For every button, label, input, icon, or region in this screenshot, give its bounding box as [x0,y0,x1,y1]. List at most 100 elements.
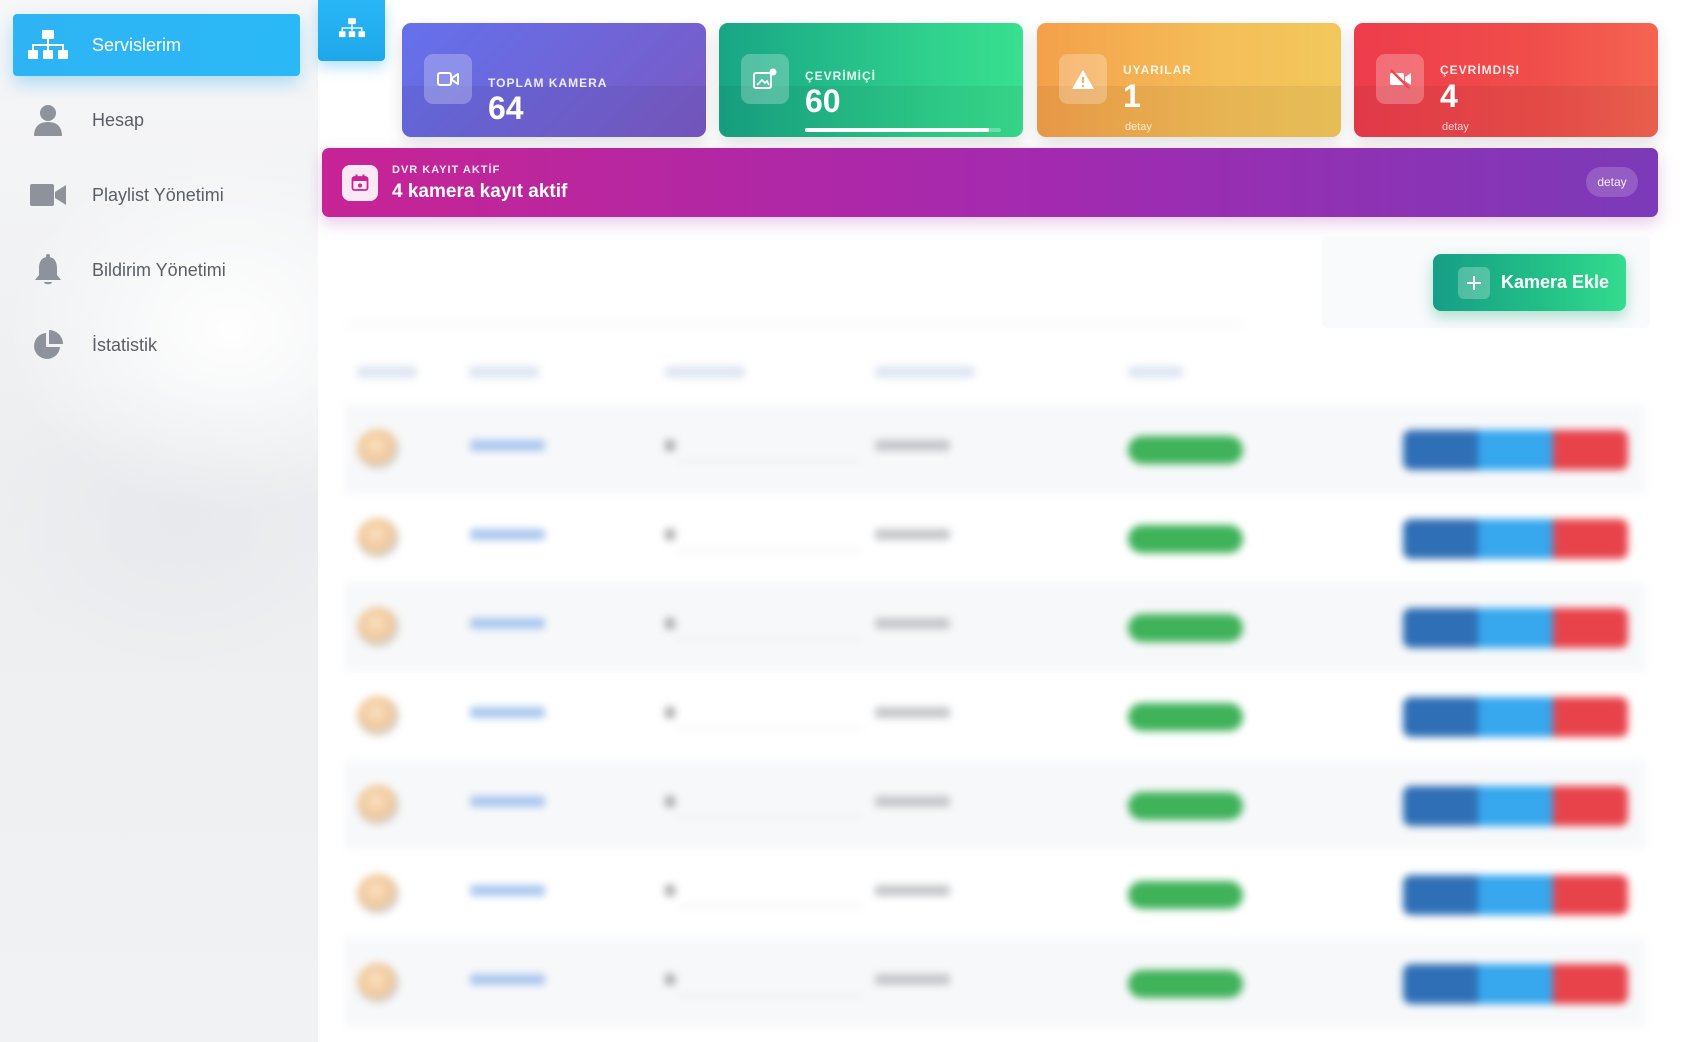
dvr-title: DVR KAYIT AKTİF [392,164,501,176]
view-button[interactable] [1478,519,1553,559]
camera-count [665,974,675,985]
online-progress-bar [805,128,1001,132]
row-underline [677,550,862,551]
stat-detail-link[interactable]: detay [1125,121,1152,133]
view-button[interactable] [1478,430,1553,470]
camera-thumbnail [357,518,399,558]
stat-card-total-cameras[interactable]: TOPLAM KAMERA 64 [402,23,706,137]
edit-button[interactable] [1403,875,1478,915]
view-button[interactable] [1478,697,1553,737]
stat-title: UYARILAR [1123,63,1192,77]
add-camera-button[interactable]: Kamera Ekle [1433,254,1626,311]
delete-button[interactable] [1553,697,1628,737]
row-actions [1403,608,1628,648]
row-underline [677,728,862,729]
online-progress-fill [805,128,990,132]
table-header-cell [469,366,539,378]
view-button[interactable] [1478,786,1553,826]
stat-value: 64 [488,90,524,126]
table-row[interactable] [345,582,1645,671]
stat-detail-link[interactable]: detay [1442,121,1469,133]
view-button[interactable] [1478,964,1553,1004]
sidebar: Servislerim Hesap Playlist Yönetimi Bild… [0,0,318,1042]
camera-thumbnail [357,785,399,825]
camera-name[interactable] [470,529,545,540]
camera-meta [875,529,950,540]
sidebar-item-label: Hesap [92,109,145,130]
table-row[interactable] [345,760,1645,849]
pie-chart-icon [26,329,70,361]
camera-name[interactable] [470,885,545,896]
status-badge [1128,881,1243,909]
camera-thumbnail [357,963,399,1003]
stat-card-online[interactable]: ÇEVRİMİÇİ 60 [719,23,1023,137]
row-actions [1403,786,1628,826]
stat-card-warnings[interactable]: UYARILAR 1 detay [1037,23,1341,137]
sidebar-item-label: İstatistik [92,334,158,355]
status-badge [1128,703,1243,731]
camera-meta [875,618,950,629]
camera-meta [875,707,950,718]
camera-name[interactable] [470,707,545,718]
table-row[interactable] [345,493,1645,582]
camera-thumbnail [357,874,399,914]
table-divider [345,324,1245,325]
delete-button[interactable] [1553,519,1628,559]
calendar-icon [342,165,378,201]
status-badge [1128,525,1243,553]
delete-button[interactable] [1553,786,1628,826]
sidebar-item-istatistik[interactable]: İstatistik [13,314,300,376]
delete-button[interactable] [1553,875,1628,915]
delete-button[interactable] [1553,608,1628,648]
warning-icon [1059,54,1107,104]
delete-button[interactable] [1553,964,1628,1004]
edit-button[interactable] [1403,964,1478,1004]
row-underline [677,817,862,818]
camera-name[interactable] [470,618,545,629]
video-camera-icon [424,54,472,104]
camera-name[interactable] [470,796,545,807]
bell-icon [26,254,70,286]
edit-button[interactable] [1403,697,1478,737]
camera-count [665,618,675,629]
stat-title: ÇEVRİMDIŞI [1440,63,1521,77]
row-underline [677,461,862,462]
view-button[interactable] [1478,608,1553,648]
table-row[interactable] [345,849,1645,938]
sidebar-item-hesap[interactable]: Hesap [13,89,300,151]
table-row[interactable] [345,671,1645,760]
camera-name[interactable] [470,974,545,985]
camera-count [665,885,675,896]
row-underline [677,639,862,640]
edit-button[interactable] [1403,608,1478,648]
add-camera-label: Kamera Ekle [1501,272,1610,292]
row-actions [1403,964,1628,1004]
dvr-detail-button[interactable]: detay [1586,167,1638,197]
camera-thumbnail [357,607,399,647]
camera-meta [875,440,950,451]
row-actions [1403,697,1628,737]
view-button[interactable] [1478,875,1553,915]
sidebar-item-label: Playlist Yönetimi [92,184,224,205]
camera-name[interactable] [470,440,545,451]
status-badge [1128,436,1243,464]
table-row[interactable] [345,404,1645,493]
stat-title: ÇEVRİMİÇİ [805,69,877,83]
sidebar-item-playlist[interactable]: Playlist Yönetimi [13,164,300,226]
sidebar-toggle-button[interactable] [318,0,385,61]
edit-button[interactable] [1403,786,1478,826]
plus-icon [1458,266,1490,299]
delete-button[interactable] [1553,430,1628,470]
stat-value: 60 [805,83,841,119]
table-row[interactable] [345,938,1645,1027]
edit-button[interactable] [1403,430,1478,470]
sidebar-item-servislerim[interactable]: Servislerim [13,14,300,76]
camera-meta [875,796,950,807]
camera-thumbnail [357,429,399,469]
table-header-cell [875,366,975,378]
stat-card-offline[interactable]: ÇEVRİMDIŞI 4 detay [1354,23,1658,137]
sidebar-item-bildirim[interactable]: Bildirim Yönetimi [13,239,300,301]
edit-button[interactable] [1403,519,1478,559]
stat-title: TOPLAM KAMERA [488,76,608,90]
sitemap-icon [338,17,365,44]
